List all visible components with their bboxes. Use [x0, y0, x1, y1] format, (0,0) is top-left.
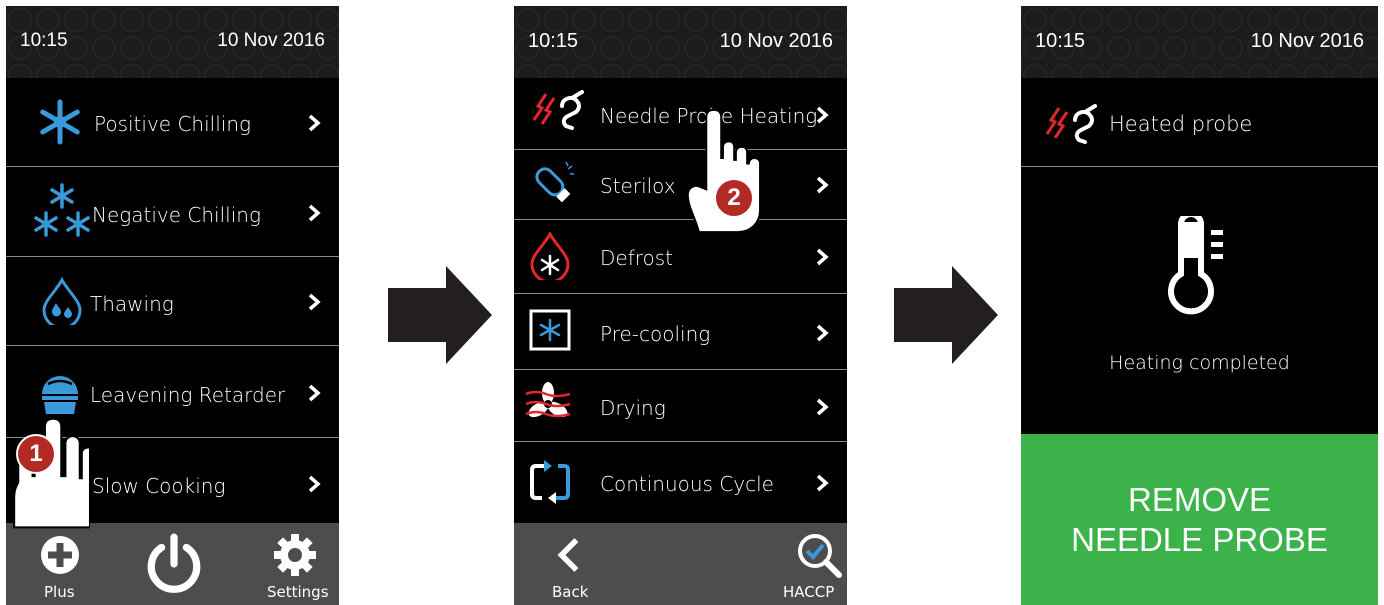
step-badge-2: 2 — [714, 178, 754, 218]
heating-status: Heating completed — [1109, 352, 1290, 374]
arrow-right-icon — [388, 266, 492, 364]
step-badge-1: 1 — [16, 434, 56, 474]
plus-button[interactable]: Plus — [6, 523, 116, 605]
chevron-right-icon — [308, 475, 321, 493]
menu-item-sterilox[interactable]: Sterilox — [514, 150, 847, 220]
menu-item-drying[interactable]: Drying — [514, 370, 847, 442]
item-label: Positive Chilling — [94, 112, 252, 136]
settings-button[interactable]: Settings — [239, 523, 339, 605]
remove-button-line2: NEEDLE PROBE — [1071, 521, 1328, 558]
clock-time: 10:15 — [20, 30, 68, 51]
clock-time: 10:15 — [528, 30, 579, 52]
menu-item-negative-chilling[interactable]: Negative Chilling — [6, 167, 339, 257]
back-label: Back — [552, 583, 589, 601]
screen-main-menu: 10:15 10 Nov 2016 Positive Chilling Nega… — [6, 6, 339, 605]
item-label: Continuous Cycle — [600, 472, 774, 496]
chevron-right-icon — [816, 474, 829, 492]
bottom-toolbar: Plus Settings — [6, 523, 339, 605]
item-label: Drying — [600, 396, 666, 420]
dome-icon — [42, 376, 78, 414]
screen-plus-menu: 10:15 10 Nov 2016 Needle Probe Heating S… — [514, 6, 847, 605]
thermometer-icon — [1168, 216, 1223, 315]
item-label: Leavening Retarder — [90, 383, 286, 407]
screen-heated-probe: 10:15 10 Nov 2016 Heated probe Heating c… — [1021, 6, 1378, 605]
chevron-right-icon — [308, 293, 321, 311]
uv-lamp-icon — [535, 161, 574, 203]
chevron-right-icon — [816, 248, 829, 266]
current-date: 10 Nov 2016 — [217, 30, 325, 51]
menu-item-thawing[interactable]: Thawing — [6, 257, 339, 346]
cycle-arrows-icon — [530, 460, 570, 504]
bottom-toolbar: Back HACCP — [514, 523, 847, 605]
item-label: Thawing — [90, 292, 174, 316]
chevron-right-icon — [308, 204, 321, 222]
remove-needle-probe-button[interactable]: REMOVE NEEDLE PROBE — [1021, 434, 1378, 605]
status-bar: 10:15 10 Nov 2016 — [6, 6, 339, 78]
chevron-right-icon — [816, 324, 829, 342]
three-snowflakes-icon — [34, 183, 90, 237]
menu-item-defrost[interactable]: Defrost — [514, 220, 847, 294]
clock-time: 10:15 — [1035, 30, 1086, 52]
heated-probe-icon — [1045, 104, 1097, 144]
haccp-label: HACCP — [783, 583, 835, 601]
magnifier-check-icon — [798, 534, 842, 578]
menu-item-needle-probe-heating[interactable]: Needle Probe Heating — [514, 78, 847, 150]
remove-button-line1: REMOVE — [1127, 481, 1272, 518]
precooling-box-icon — [529, 309, 571, 351]
current-date: 10 Nov 2016 — [719, 30, 833, 52]
plus-label: Plus — [44, 583, 75, 601]
current-date: 10 Nov 2016 — [1250, 30, 1364, 52]
menu-item-continuous-cycle[interactable]: Continuous Cycle — [514, 442, 847, 523]
chevron-right-icon — [308, 384, 321, 402]
arrow-right-icon — [894, 266, 998, 364]
item-label: Pre-cooling — [600, 322, 711, 346]
status-bar: 10:15 10 Nov 2016 — [1021, 6, 1378, 78]
menu-item-positive-chilling[interactable]: Positive Chilling — [6, 78, 339, 167]
chevron-left-icon — [557, 538, 579, 572]
item-label: Negative Chilling — [92, 203, 261, 227]
plus-icon — [41, 536, 79, 574]
gear-icon — [274, 534, 316, 576]
pointing-hand-icon — [13, 417, 90, 529]
status-bar: 10:15 10 Nov 2016 — [514, 6, 847, 78]
pointing-hand-icon — [686, 109, 760, 233]
back-button[interactable]: Back — [514, 523, 614, 605]
chevron-right-icon — [816, 398, 829, 416]
chevron-right-icon — [816, 106, 829, 124]
water-drops-icon — [42, 277, 82, 325]
heated-probe-icon — [532, 90, 584, 130]
haccp-button[interactable]: HACCP — [747, 523, 847, 605]
snowflake-icon — [40, 99, 80, 145]
header-row: Heated probe — [1021, 78, 1378, 167]
settings-label: Settings — [267, 583, 329, 601]
menu-item-pre-cooling[interactable]: Pre-cooling — [514, 294, 847, 370]
chevron-right-icon — [816, 176, 829, 194]
item-label: Sterilox — [600, 174, 676, 198]
screen-title: Heated probe — [1109, 112, 1253, 136]
power-icon — [147, 533, 201, 593]
item-label: Slow Cooking — [92, 474, 226, 498]
defrost-drop-icon — [530, 232, 570, 280]
drying-fan-icon — [525, 382, 571, 418]
item-label: Defrost — [600, 246, 674, 270]
chevron-right-icon — [308, 114, 321, 132]
power-button[interactable] — [126, 523, 221, 605]
